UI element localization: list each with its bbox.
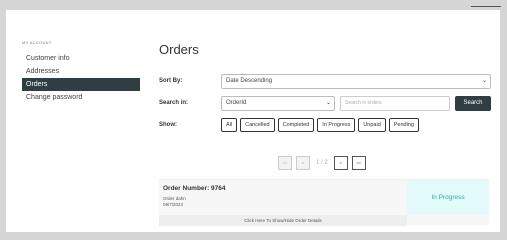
order-number: Order Number: 9764 (163, 185, 226, 192)
pagination: << < 1 / 2 > >> (278, 156, 366, 170)
status-filters: All Cancelled Completed In Progress Unpa… (221, 118, 419, 132)
order-details-toggle[interactable]: Click Here To Show/Hide Order Details (159, 215, 407, 226)
search-row: Search in: OrderId ⌄ Search in orders Se… (159, 96, 491, 112)
top-right-line (471, 6, 501, 7)
chevron-down-icon: ⌄ (481, 78, 487, 84)
prev-page-button[interactable]: < (296, 156, 310, 170)
order-status-badge: In Progress (407, 180, 489, 215)
orders-main: Orders Sort By: Date Descending ⌄ Search… (159, 40, 491, 226)
filter-completed-button[interactable]: Completed (277, 118, 315, 132)
order-card: Order Number: 9764 Order dahn 09/7/2023 … (159, 179, 489, 226)
filter-unpaid-button[interactable]: Unpaid (358, 118, 386, 132)
sidebar-item-customer-info[interactable]: Customer info (22, 52, 140, 65)
first-page-button[interactable]: << (278, 156, 292, 170)
page-info: 1 / 2 (316, 160, 328, 166)
chevron-down-icon: ⌄ (325, 100, 331, 106)
order-name: Order dahn (163, 196, 186, 201)
show-row: Show: All Cancelled Completed In Progres… (159, 118, 491, 134)
show-label: Show: (159, 122, 177, 128)
sort-label: Sort By: (159, 78, 183, 84)
sidebar-item-addresses[interactable]: Addresses (22, 65, 140, 78)
search-input[interactable]: Search in orders (340, 96, 450, 111)
filter-all-button[interactable]: All (221, 118, 238, 132)
search-field-select[interactable]: OrderId ⌄ (221, 96, 335, 111)
last-page-button[interactable]: >> (351, 156, 366, 170)
account-sidebar: MY ACCOUNT Customer info Addresses Order… (22, 40, 140, 104)
sort-select-value: Date Descending (226, 78, 273, 84)
filter-cancelled-button[interactable]: Cancelled (240, 118, 275, 132)
search-button[interactable]: Search (455, 96, 491, 111)
search-field-value: OrderId (226, 100, 247, 106)
search-label: Search in: (159, 100, 189, 106)
filter-pending-button[interactable]: Pending (388, 118, 419, 132)
filter-in-progress-button[interactable]: In Progress (317, 118, 356, 132)
next-page-button[interactable]: > (333, 156, 348, 170)
order-info: Order Number: 9764 Order dahn 09/7/2023 (159, 180, 407, 215)
search-input-placeholder: Search in orders (345, 100, 382, 106)
page-title: Orders (159, 42, 199, 57)
sidebar-item-orders[interactable]: Orders (22, 78, 140, 91)
sort-select[interactable]: Date Descending ⌄ (221, 74, 491, 89)
sidebar-item-change-password[interactable]: Change password (22, 91, 140, 104)
sidebar-heading: MY ACCOUNT (22, 40, 52, 45)
top-bar (0, 0, 507, 10)
sort-row: Sort By: Date Descending ⌄ (159, 74, 491, 90)
order-date: 09/7/2023 (163, 202, 184, 207)
